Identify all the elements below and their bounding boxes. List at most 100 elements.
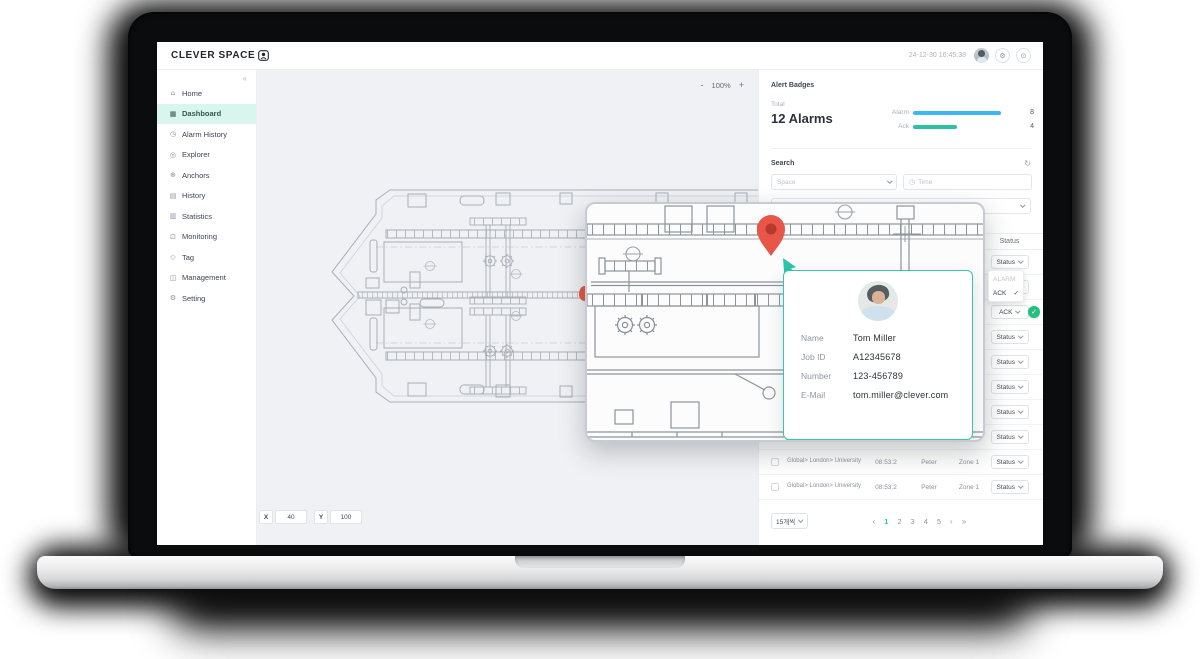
bar-track xyxy=(913,111,1003,115)
page-2[interactable]: 2 xyxy=(897,517,901,526)
sidebar-item-alarm-history[interactable]: ◷Alarm History xyxy=(157,124,256,145)
status-dropdown-button[interactable]: Status xyxy=(991,455,1029,469)
next-page-button[interactable]: › xyxy=(950,517,953,526)
laptop-base xyxy=(37,556,1163,589)
table-row: Global> London> University08:53:2PeterZo… xyxy=(759,450,1043,475)
person-field-value: Tom Miller xyxy=(853,333,896,343)
cell-status: ACK✓ xyxy=(987,305,1032,319)
status-dropdown-button[interactable]: Status xyxy=(991,480,1029,494)
user-avatar[interactable] xyxy=(974,48,989,63)
page-5[interactable]: 5 xyxy=(937,517,941,526)
person-field-value: 123-456789 xyxy=(853,371,903,381)
tag-icon: ◇ xyxy=(169,253,177,261)
person-field-label: Name xyxy=(801,333,853,343)
dashboard-icon: ▦ xyxy=(169,110,177,118)
status-button-label: Status xyxy=(997,459,1015,466)
page-4[interactable]: 4 xyxy=(924,517,928,526)
status-dropdown-button[interactable]: Status xyxy=(991,355,1029,369)
alarm-history-icon: ◷ xyxy=(169,130,177,138)
statistics-icon: ▥ xyxy=(169,212,177,220)
monitoring-icon: ⊡ xyxy=(169,233,177,241)
status-button-label: Status xyxy=(997,484,1015,491)
row-checkbox[interactable] xyxy=(771,483,779,491)
management-icon: ◫ xyxy=(169,274,177,282)
collapse-sidebar-icon[interactable]: « xyxy=(243,74,247,83)
page-size-select[interactable]: 15개씩 xyxy=(771,513,808,529)
status-button-label: Status xyxy=(997,409,1015,416)
total-alarms-value: 12 Alarms xyxy=(771,111,833,126)
status-option-alarm[interactable]: ALARM xyxy=(989,272,1023,286)
cell-status: Status xyxy=(987,380,1032,394)
sidebar-item-home[interactable]: ⌂ Home xyxy=(157,83,256,104)
zoom-overlay-window[interactable]: NameTom MillerJob IDA12345678Number123-4… xyxy=(585,202,985,442)
power-icon[interactable]: ⊙ xyxy=(1016,48,1031,63)
sidebar-item-management[interactable]: ◫Management xyxy=(157,268,256,289)
alert-bar-alarm: Alarm8 xyxy=(887,109,1034,116)
page-1[interactable]: 1 xyxy=(884,517,888,526)
status-dropdown-button[interactable]: Status xyxy=(991,380,1029,394)
cell-name: Peter xyxy=(907,484,951,491)
status-button-label: Status xyxy=(997,359,1015,366)
chevron-down-icon xyxy=(1018,409,1023,414)
time-input[interactable]: ◷ Time xyxy=(903,174,1032,190)
bar-value: 4 xyxy=(1007,123,1034,130)
clock-icon: ◷ xyxy=(909,178,915,186)
x-input[interactable]: 40 xyxy=(275,510,307,524)
app-window: CLEVER SPACE 24-12-30 16:45:38 ⚙ ⊙ « ⌂Ho… xyxy=(157,42,1043,545)
sidebar-item-history[interactable]: ▤History xyxy=(157,186,256,207)
cell-time: 08:53:2 xyxy=(865,484,907,491)
zoom-in-button[interactable]: + xyxy=(739,80,744,90)
sidebar-item-statistics[interactable]: ▥Statistics xyxy=(157,206,256,227)
person-avatar xyxy=(858,281,898,321)
page-size-label: 15개씩 xyxy=(776,516,795,526)
cell-time: 08:53:2 xyxy=(865,459,907,466)
status-dropdown-button[interactable]: Status xyxy=(991,430,1029,444)
status-dropdown-button[interactable]: Status xyxy=(991,330,1029,344)
sidebar-item-anchors[interactable]: ⊕Anchors xyxy=(157,165,256,186)
y-input[interactable]: 100 xyxy=(330,510,362,524)
row-checkbox[interactable] xyxy=(771,458,779,466)
home-icon: ⌂ xyxy=(169,89,177,97)
setting-icon: ⚙ xyxy=(169,294,177,302)
cell-status: Status xyxy=(987,405,1032,419)
person-field-row: Job IDA12345678 xyxy=(784,347,972,366)
time-placeholder: Time xyxy=(918,179,1026,186)
sidebar-item-setting[interactable]: ⚙Setting xyxy=(157,288,256,309)
total-label: Total xyxy=(771,101,785,108)
status-option-ack[interactable]: ACK✓ xyxy=(989,286,1023,300)
sidebar-item-monitoring[interactable]: ⊡Monitoring xyxy=(157,227,256,248)
sidebar-item-explorer[interactable]: ◎Explorer xyxy=(157,145,256,166)
status-button-label: Status xyxy=(997,384,1015,391)
ack-check-icon[interactable]: ✓ xyxy=(1028,306,1040,318)
status-button-label: Status xyxy=(997,259,1015,266)
sidebar-item-label: Home xyxy=(182,89,202,98)
logo-icon xyxy=(258,50,269,61)
sidebar-item-tag[interactable]: ◇Tag xyxy=(157,247,256,268)
status-dropdown-button[interactable]: Status xyxy=(991,405,1029,419)
x-label: X xyxy=(259,510,273,524)
chevron-down-icon xyxy=(1018,259,1023,264)
status-dropdown-button[interactable]: ACK xyxy=(991,305,1029,319)
cell-status: Status xyxy=(987,255,1032,269)
last-page-button[interactable]: » xyxy=(962,517,966,526)
space-select[interactable]: Space xyxy=(771,174,897,190)
sidebar-item-dashboard[interactable]: ▦Dashboard xyxy=(157,104,256,125)
settings-icon[interactable]: ⚙ xyxy=(995,48,1010,63)
zoom-out-button[interactable]: - xyxy=(701,80,704,90)
status-dropdown-button[interactable]: Status xyxy=(991,255,1029,269)
space-placeholder: Space xyxy=(777,179,883,186)
datetime-label: 24-12-30 16:45:38 xyxy=(909,52,966,59)
sidebar-item-label: History xyxy=(182,191,205,200)
page-3[interactable]: 3 xyxy=(911,517,915,526)
cell-space: Global> London> University xyxy=(783,458,865,466)
refresh-icon[interactable]: ↻ xyxy=(1024,159,1031,168)
status-dropdown-menu: ALARMACK✓ xyxy=(988,270,1024,302)
bar-track xyxy=(913,125,1003,129)
chevron-down-icon xyxy=(1020,203,1025,208)
coordinate-controls: X 40 Y 100 xyxy=(259,510,362,524)
person-field-value: tom.miller@clever.com xyxy=(853,390,948,400)
chevron-down-icon xyxy=(1018,359,1023,364)
prev-page-button[interactable]: ‹ xyxy=(873,517,876,526)
check-icon: ✓ xyxy=(1014,289,1019,297)
page-numbers: ‹ 12 345 › » xyxy=(808,517,1031,526)
